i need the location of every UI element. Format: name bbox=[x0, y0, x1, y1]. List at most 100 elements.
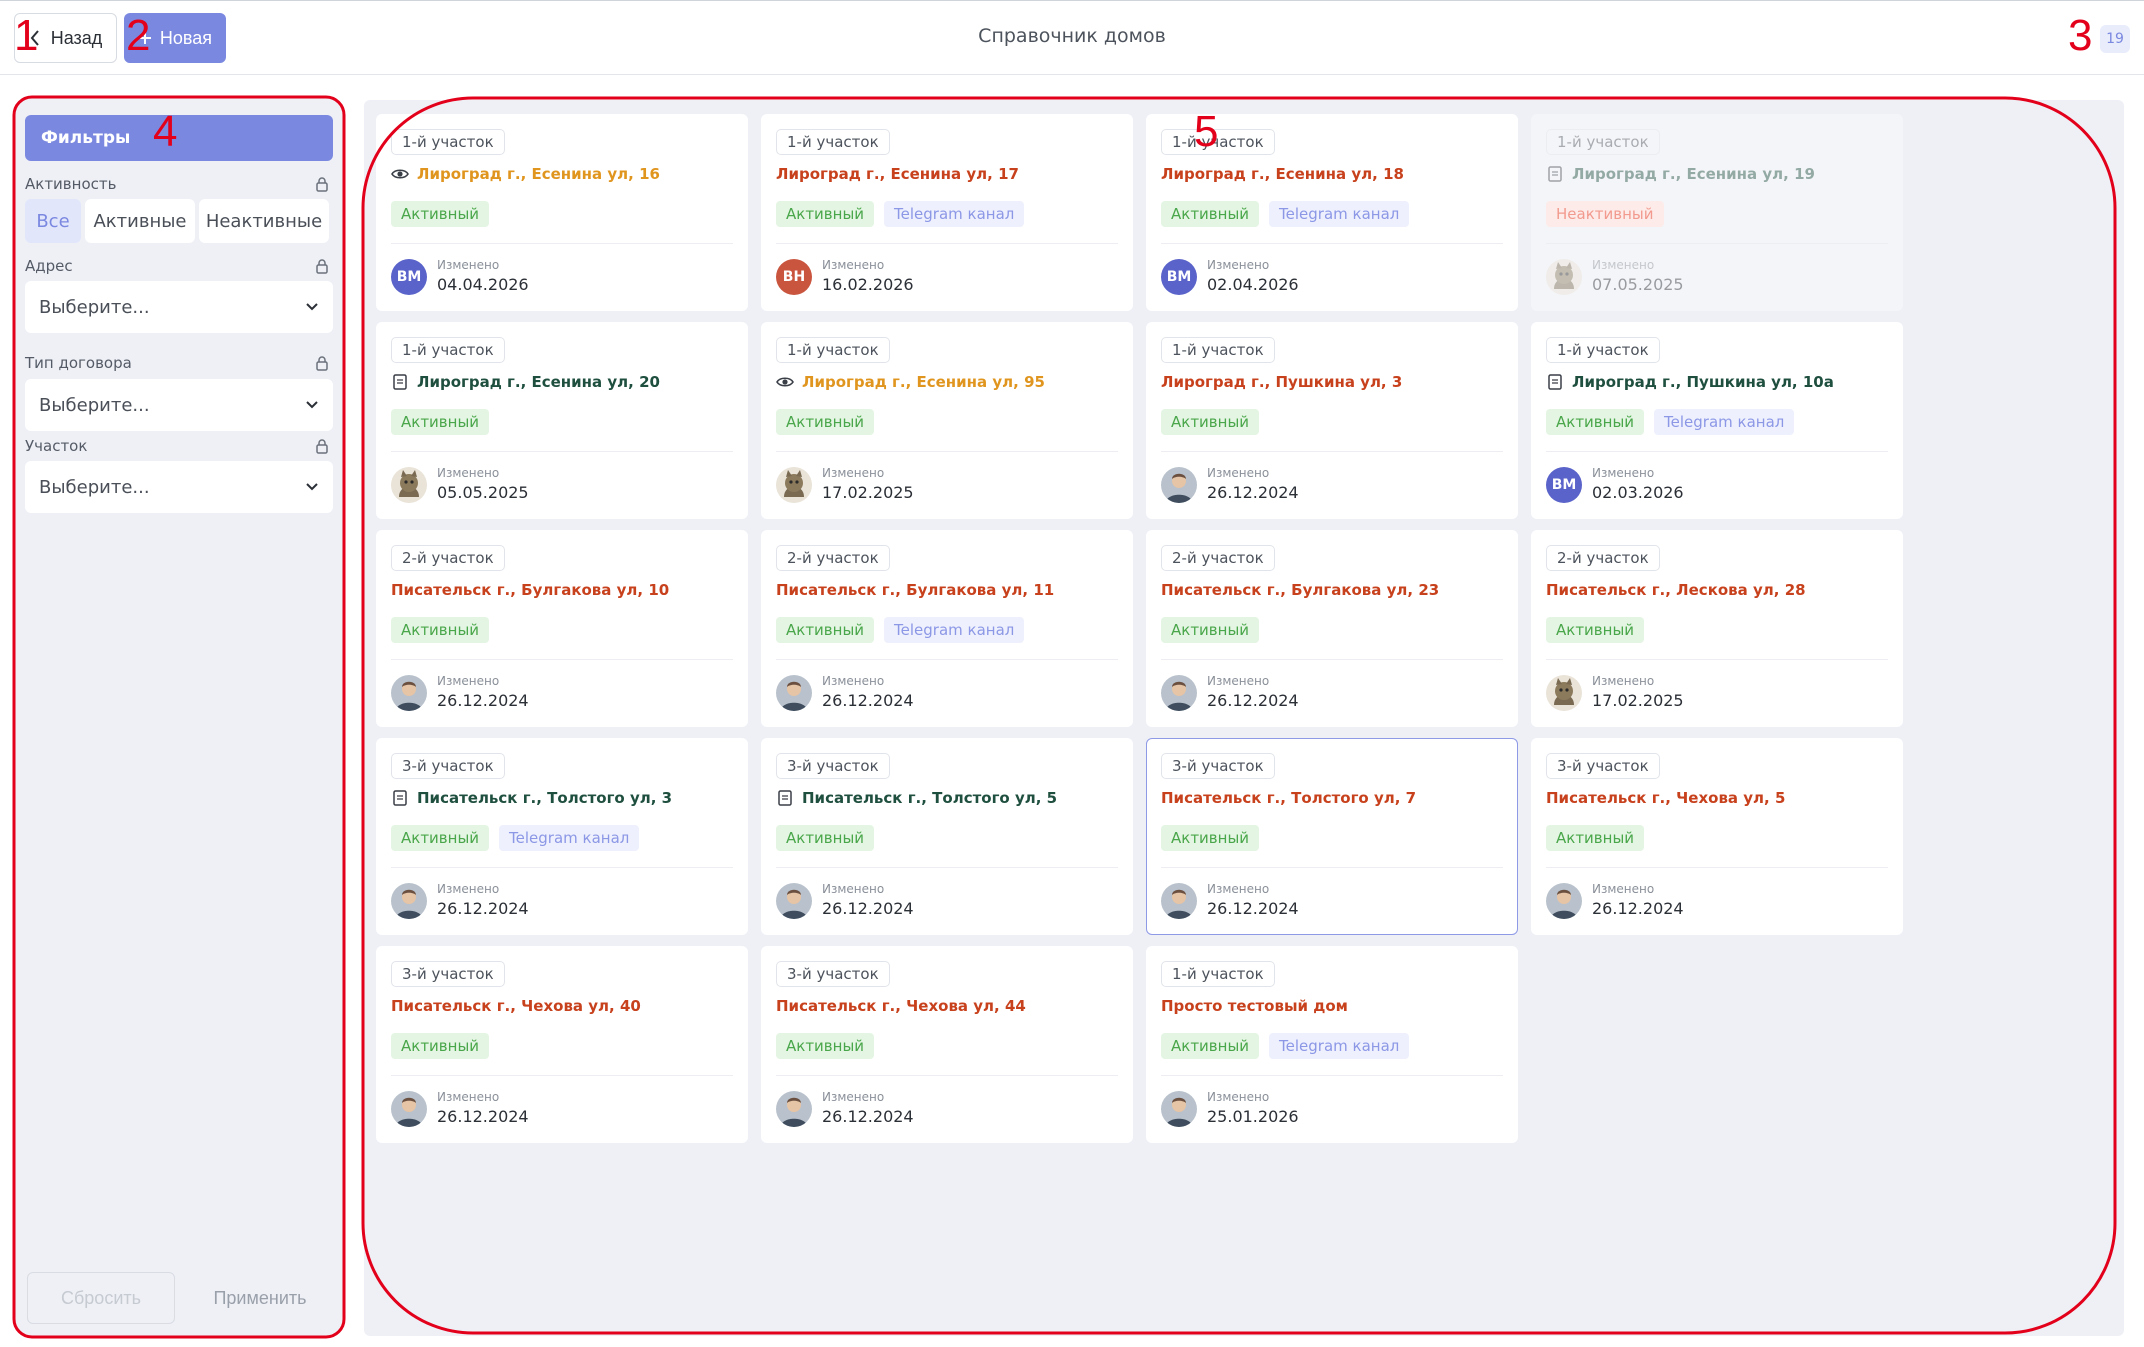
house-address[interactable]: Лироград г., Пушкина ул, 3 bbox=[1161, 373, 1402, 391]
eye-icon bbox=[776, 373, 794, 391]
changed-date: 26.12.2024 bbox=[1207, 899, 1299, 918]
house-address[interactable]: Лироград г., Есенина ул, 19 bbox=[1546, 165, 1815, 183]
house-card[interactable]: 3-й участок Писательск г., Толстого ул, 7… bbox=[1146, 738, 1518, 935]
eye-icon bbox=[391, 165, 409, 183]
chevron-down-icon bbox=[306, 303, 318, 311]
house-address-text: Лироград г., Пушкина ул, 10а bbox=[1572, 373, 1834, 391]
house-card[interactable]: 3-й участок Писательск г., Чехова ул, 5 Ак… bbox=[1531, 738, 1903, 935]
status-badge: Активный bbox=[776, 409, 875, 435]
house-card[interactable]: 1-й участок Лироград г., Есенина ул, 95 Ак… bbox=[761, 322, 1133, 519]
tags-row: Активный bbox=[776, 1033, 875, 1059]
status-badge: Активный bbox=[1161, 409, 1260, 435]
house-card[interactable]: 1-й участок Лироград г., Есенина ул, 20 Ак… bbox=[376, 322, 748, 519]
house-card[interactable]: 1-й участок Просто тестовый дом Активный Te… bbox=[1146, 946, 1518, 1143]
house-address[interactable]: Писательск г., Лескова ул, 28 bbox=[1546, 581, 1806, 599]
avatar bbox=[391, 675, 427, 711]
house-address[interactable]: Писательск г., Булгакова ул, 10 bbox=[391, 581, 669, 599]
house-address[interactable]: Писательск г., Чехова ул, 40 bbox=[391, 997, 641, 1015]
house-card[interactable]: 1-й участок Лироград г., Есенина ул, 16 Ак… bbox=[376, 114, 748, 311]
activity-all[interactable]: Все bbox=[25, 199, 81, 243]
tags-row: Активный bbox=[391, 201, 490, 227]
sector-badge: 3-й участок bbox=[391, 961, 505, 987]
apply-button[interactable]: Применить bbox=[190, 1272, 330, 1324]
house-card[interactable]: 2-й участок Писательск г., Булгакова ул, … bbox=[761, 530, 1133, 727]
changed-label: Изменено bbox=[1207, 258, 1270, 272]
house-card[interactable]: 2-й участок Писательск г., Булгакова ул, … bbox=[376, 530, 748, 727]
status-badge: Неактивный bbox=[1546, 201, 1664, 227]
address-select[interactable]: Выберите... bbox=[25, 281, 333, 333]
tags-row: Активный bbox=[776, 825, 875, 851]
sector-label: Участок bbox=[25, 437, 88, 455]
house-card[interactable]: 1-й участок Лироград г., Есенина ул, 19 Не… bbox=[1531, 114, 1903, 311]
activity-label: Активность bbox=[25, 175, 117, 193]
house-address[interactable]: Писательск г., Булгакова ул, 11 bbox=[776, 581, 1054, 599]
card-divider bbox=[776, 867, 1118, 868]
contract-type-select[interactable]: Выберите... bbox=[25, 379, 333, 431]
changed-date: 26.12.2024 bbox=[822, 1107, 914, 1126]
annotation-3: 3 bbox=[2068, 11, 2093, 60]
house-address[interactable]: Писательск г., Чехова ул, 44 bbox=[776, 997, 1026, 1015]
house-card[interactable]: 1-й участок Лироград г., Пушкина ул, 10а А… bbox=[1531, 322, 1903, 519]
contract-type-label: Тип договора bbox=[25, 354, 132, 372]
reset-button[interactable]: Сбросить bbox=[27, 1272, 175, 1324]
house-address[interactable]: Лироград г., Есенина ул, 95 bbox=[776, 373, 1045, 391]
card-divider bbox=[1546, 451, 1888, 452]
house-address[interactable]: Писательск г., Чехова ул, 5 bbox=[1546, 789, 1785, 807]
status-badge: Активный bbox=[1546, 617, 1645, 643]
card-divider bbox=[1161, 243, 1503, 244]
tags-row: Активный bbox=[391, 409, 490, 435]
telegram-badge: Telegram канал bbox=[1269, 201, 1410, 227]
house-address[interactable]: Просто тестовый дом bbox=[1161, 997, 1348, 1015]
filters-header[interactable]: Фильтры bbox=[25, 115, 333, 161]
card-divider bbox=[391, 1075, 733, 1076]
changed-date: 02.03.2026 bbox=[1592, 483, 1684, 502]
changed-label: Изменено bbox=[1592, 466, 1655, 480]
house-card[interactable]: 2-й участок Писательск г., Лескова ул, 28… bbox=[1531, 530, 1903, 727]
sector-badge: 1-й участок bbox=[391, 129, 505, 155]
house-address[interactable]: Лироград г., Есенина ул, 20 bbox=[391, 373, 660, 391]
house-address-text: Писательск г., Толстого ул, 3 bbox=[417, 789, 673, 807]
house-card[interactable]: 3-й участок Писательск г., Толстого ул, 5… bbox=[761, 738, 1133, 935]
telegram-badge: Telegram канал bbox=[884, 201, 1025, 227]
house-card[interactable]: 3-й участок Писательск г., Чехова ул, 40 А… bbox=[376, 946, 748, 1143]
house-address[interactable]: Писательск г., Булгакова ул, 23 bbox=[1161, 581, 1439, 599]
house-address[interactable]: Лироград г., Есенина ул, 18 bbox=[1161, 165, 1404, 183]
changed-date: 17.02.2025 bbox=[822, 483, 914, 502]
house-address[interactable]: Писательск г., Толстого ул, 5 bbox=[776, 789, 1057, 807]
house-address-text: Лироград г., Есенина ул, 19 bbox=[1572, 165, 1815, 183]
house-card[interactable]: 3-й участок Писательск г., Чехова ул, 44 А… bbox=[761, 946, 1133, 1143]
avatar bbox=[1161, 675, 1197, 711]
tags-row: Активный Telegram канал bbox=[1161, 1033, 1410, 1059]
house-address-text: Писательск г., Лескова ул, 28 bbox=[1546, 581, 1806, 599]
house-address[interactable]: Лироград г., Есенина ул, 16 bbox=[391, 165, 660, 183]
lock-icon[interactable] bbox=[314, 438, 330, 454]
house-card[interactable]: 1-й участок Лироград г., Есенина ул, 17 Ак… bbox=[761, 114, 1133, 311]
card-divider bbox=[1161, 867, 1503, 868]
document-icon bbox=[391, 373, 409, 391]
house-address[interactable]: Писательск г., Толстого ул, 7 bbox=[1161, 789, 1416, 807]
activity-inactive[interactable]: Неактивные bbox=[199, 199, 329, 243]
house-address[interactable]: Писательск г., Толстого ул, 3 bbox=[391, 789, 672, 807]
house-card[interactable]: 1-й участок Лироград г., Пушкина ул, 3 Акт… bbox=[1146, 322, 1518, 519]
lock-icon[interactable] bbox=[314, 176, 330, 192]
house-address-text: Писательск г., Толстого ул, 7 bbox=[1161, 789, 1417, 807]
annotation-1: 1 bbox=[14, 11, 39, 60]
card-divider bbox=[391, 867, 733, 868]
lock-icon[interactable] bbox=[314, 355, 330, 371]
house-card[interactable]: 2-й участок Писательск г., Булгакова ул, … bbox=[1146, 530, 1518, 727]
sector-badge: 3-й участок bbox=[1161, 753, 1275, 779]
avatar bbox=[776, 883, 812, 919]
changed-date: 16.02.2026 bbox=[822, 275, 914, 294]
house-card[interactable]: 3-й участок Писательск г., Толстого ул, 3… bbox=[376, 738, 748, 935]
chevron-down-icon bbox=[306, 483, 318, 491]
changed-label: Изменено bbox=[822, 258, 885, 272]
house-address[interactable]: Лироград г., Есенина ул, 17 bbox=[776, 165, 1019, 183]
lock-icon[interactable] bbox=[314, 258, 330, 274]
activity-active[interactable]: Активные bbox=[85, 199, 195, 243]
sector-select[interactable]: Выберите... bbox=[25, 461, 333, 513]
avatar bbox=[1161, 883, 1197, 919]
tags-row: Активный Telegram канал bbox=[776, 201, 1025, 227]
avatar: ВМ bbox=[1161, 259, 1197, 295]
house-address[interactable]: Лироград г., Пушкина ул, 10а bbox=[1546, 373, 1834, 391]
status-badge: Активный bbox=[776, 201, 875, 227]
